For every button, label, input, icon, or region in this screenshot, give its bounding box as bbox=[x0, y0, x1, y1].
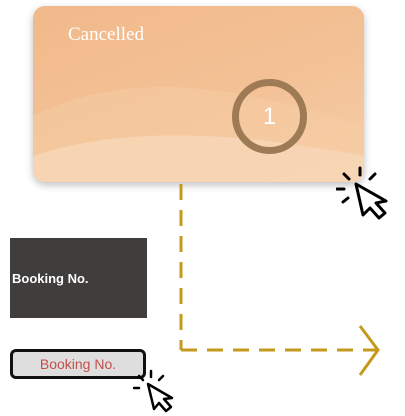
click-cursor-icon bbox=[133, 369, 174, 413]
booking-no-button[interactable]: Booking No. bbox=[10, 349, 146, 379]
tutorial-canvas: Cancelled 1 Booking No. Booking No. bbox=[0, 0, 405, 416]
click-cursor-icon bbox=[336, 166, 388, 220]
booking-no-button-dark[interactable]: Booking No. bbox=[10, 238, 147, 318]
